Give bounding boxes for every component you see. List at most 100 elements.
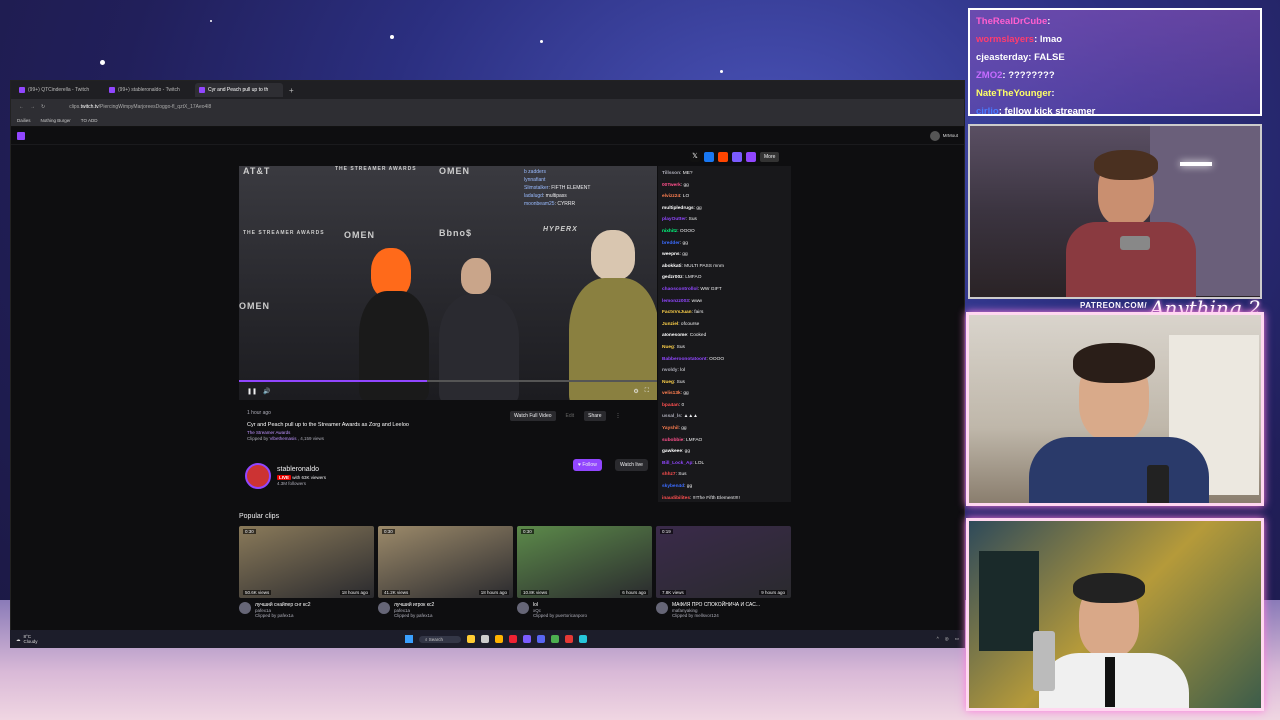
chat-username[interactable]: shhz7	[662, 472, 676, 477]
discord-icon[interactable]	[537, 635, 546, 643]
pause-icon[interactable]: ❚❚	[247, 388, 257, 395]
facebook-share-icon[interactable]	[704, 152, 714, 162]
browser-tab[interactable]: (99+) stableronaldo - Twitch	[105, 83, 193, 97]
back-icon[interactable]: ←	[19, 104, 24, 110]
chat-username[interactable]: abokkati	[662, 264, 681, 269]
chat-username[interactable]: inaudibilites	[662, 496, 690, 501]
chat-username[interactable]: Tillsson	[662, 171, 680, 176]
channel-avatar[interactable]	[245, 463, 271, 489]
volume-icon[interactable]: 🔊	[263, 388, 270, 395]
followers-count: 4.3M followers	[277, 481, 307, 486]
chat-username[interactable]: Yayshil	[662, 426, 679, 431]
chat-username[interactable]: bpa4an	[662, 403, 679, 408]
chat-username[interactable]: Babberoonotatoont	[662, 357, 707, 362]
app-icon[interactable]	[579, 635, 588, 643]
chat-username[interactable]: Nueg	[662, 380, 674, 385]
chat-username[interactable]: chaoscontrollol	[662, 287, 698, 292]
chat-username[interactable]: nvoldy	[662, 368, 677, 373]
channel-avatar[interactable]	[517, 602, 529, 614]
chat-username[interactable]: Junziel	[662, 322, 678, 327]
chat-username[interactable]: multipledrugs	[662, 206, 694, 211]
chat-username[interactable]: 00Twerk	[662, 183, 681, 188]
browser-tab[interactable]: (99+) QTCinderella - Twitch	[15, 83, 103, 97]
settings-icon[interactable]: ⚙	[633, 388, 638, 395]
clip-category-link[interactable]: The Streamer Awards	[247, 430, 657, 435]
more-options-icon[interactable]: ⋮	[612, 411, 625, 421]
chat-username[interactable]: nixhitz	[662, 229, 677, 234]
channel-name[interactable]: stableronaldo	[277, 466, 326, 473]
app-icon[interactable]	[509, 635, 518, 643]
browser-tab-active[interactable]: Cyr and Peach pull up to th	[195, 83, 283, 97]
clip-age: 18 hours ago	[478, 590, 509, 595]
chat-username[interactable]: FactsVsJuan	[662, 310, 692, 315]
edit-button[interactable]: Edit	[562, 411, 579, 421]
clipper-link[interactable]: Vibethemasis	[270, 436, 297, 441]
app-icon[interactable]	[565, 635, 574, 643]
taskbar-search[interactable]: ⌕ Search	[419, 635, 462, 643]
fullscreen-icon[interactable]: ⛶	[645, 388, 649, 395]
new-tab-button[interactable]: +	[289, 86, 294, 95]
webcam-1	[968, 124, 1262, 299]
chat-username[interactable]: gedzr00z	[662, 275, 683, 280]
bookmarks-bar: Dailies Nothing Burger TO ADD	[11, 115, 964, 127]
clip-video-player[interactable]: AT&T OMEN THE STREAMER AWARDS OMEN Bbno$…	[239, 166, 657, 400]
network-icon[interactable]: ◎	[945, 636, 949, 642]
follow-button[interactable]: ♥ Follow	[573, 459, 602, 471]
bookmark[interactable]: Nothing Burger	[41, 118, 71, 123]
clip-thumbnail[interactable]: 0:30 41.2K views 18 hours ago	[378, 526, 513, 598]
clip-thumbnail[interactable]: 0:30 10.8K views 6 hours ago	[517, 526, 652, 598]
url-text[interactable]: clips.twitch.tv/PiercingWimpyMarjoreesDo…	[69, 104, 211, 110]
chat-username[interactable]: lemonzz003	[662, 299, 689, 304]
app-icon[interactable]	[467, 635, 476, 643]
folder-icon[interactable]	[495, 635, 504, 643]
chat-username[interactable]: velis13k	[662, 391, 681, 396]
bookmark[interactable]: Dailies	[17, 118, 31, 123]
chat-username[interactable]: subobbie	[662, 438, 683, 443]
embed-share-icon[interactable]	[746, 152, 756, 162]
address-bar[interactable]: ← → ↻ clips.twitch.tv/PiercingWimpyMarjo…	[11, 99, 964, 115]
forward-icon[interactable]: →	[30, 104, 35, 110]
chat-username[interactable]: gawkeee	[662, 449, 682, 454]
overlay-chat-message: wormslayers: lmao	[976, 31, 1254, 49]
user-menu[interactable]: MrMout	[929, 130, 958, 141]
cloud-icon: ☁	[16, 636, 21, 642]
chat-username[interactable]: bredder	[662, 241, 680, 246]
chat-username[interactable]: skyben4d	[662, 484, 684, 489]
chrome-icon[interactable]	[551, 635, 560, 643]
bookmark[interactable]: TO ADD	[81, 118, 98, 123]
more-share-button[interactable]: More	[760, 152, 780, 162]
chat-username[interactable]: playOutter	[662, 217, 686, 222]
chat-username[interactable]: ussal_ls	[662, 414, 681, 419]
clip-thumbnail[interactable]: 0:30 50.6K views 18 hours ago	[239, 526, 374, 598]
vk-share-icon[interactable]	[732, 152, 742, 162]
weather-widget[interactable]: ☁ 8°C Cloudy	[16, 634, 38, 644]
chevron-up-icon[interactable]: ^	[937, 636, 939, 642]
popular-clip-card[interactable]: 0:30 10.8K views 6 hours ago lol xQc Clipped …	[517, 526, 652, 618]
chat-username[interactable]: Nueg	[662, 345, 674, 350]
battery-icon[interactable]: ▭	[955, 636, 959, 642]
popular-clip-card[interactable]: 0:30 41.2K views 18 hours ago лучший игрок …	[378, 526, 513, 618]
x-share-icon[interactable]: 𝕏	[690, 152, 700, 162]
reload-icon[interactable]: ↻	[41, 104, 45, 110]
watch-live-button[interactable]: Watch live	[615, 459, 648, 471]
channel-avatar[interactable]	[239, 602, 251, 614]
app-icon[interactable]	[523, 635, 532, 643]
share-button[interactable]: Share	[584, 411, 606, 421]
app-icon[interactable]	[481, 635, 490, 643]
chat-text: : Sus	[674, 379, 685, 385]
clip-clipper: Clipped by pafex1a	[394, 613, 433, 618]
chat-username[interactable]: Bill_Lock_Ap	[662, 461, 692, 466]
chat-username[interactable]: elvizz24	[662, 194, 680, 199]
windows-start-icon[interactable]	[405, 635, 413, 643]
channel-avatar[interactable]	[378, 602, 390, 614]
chat-username[interactable]: aIonesome	[662, 333, 687, 338]
channel-avatar[interactable]	[656, 602, 668, 614]
chat-username[interactable]: weepns	[662, 252, 680, 257]
reddit-share-icon[interactable]	[718, 152, 728, 162]
twitch-logo-icon[interactable]	[17, 131, 25, 140]
popular-clip-card[interactable]: 0:19 7.8K views 9 hours ago МАФИЯ ПРО СПОКО…	[656, 526, 791, 618]
chat-message: ussal_ls: ▲▲▲	[662, 411, 787, 423]
popular-clip-card[interactable]: 0:30 50.6K views 18 hours ago лучший снайпе…	[239, 526, 374, 618]
watch-full-video-button[interactable]: Watch Full Video	[510, 411, 556, 421]
clip-thumbnail[interactable]: 0:19 7.8K views 9 hours ago	[656, 526, 791, 598]
